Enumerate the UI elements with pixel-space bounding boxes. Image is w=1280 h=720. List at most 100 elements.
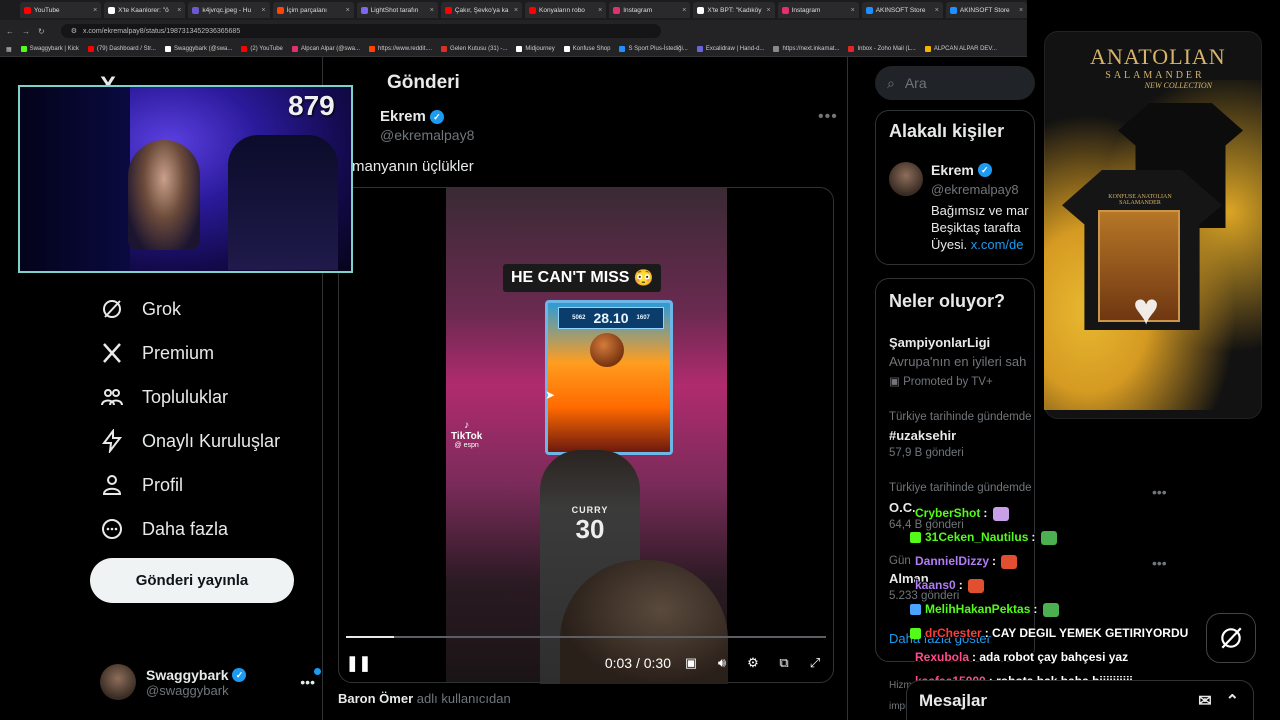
volume-icon[interactable]: 🔊︎ bbox=[711, 655, 733, 671]
bookmark-item[interactable]: https://www.reddit.... bbox=[369, 46, 432, 52]
browser-tab[interactable]: X'te Kaanlorer: "ö × bbox=[104, 2, 186, 18]
trend-more-icon[interactable]: ••• bbox=[1152, 555, 1167, 571]
bookmark-item[interactable]: https://next.inkamat... bbox=[773, 46, 839, 52]
settings-gear-icon[interactable]: ⚙ bbox=[742, 655, 764, 671]
communities-icon bbox=[101, 389, 123, 406]
chevron-up-icon[interactable]: ⌃ bbox=[1226, 691, 1239, 711]
chat-username[interactable]: DannielDizzy bbox=[915, 554, 989, 568]
bookmark-label: https://next.inkamat... bbox=[782, 46, 840, 52]
grok-button[interactable] bbox=[1206, 613, 1256, 663]
chat-username[interactable]: CryberShot bbox=[915, 506, 980, 520]
bookmark-item[interactable]: ALPCAN ALPAR DEV... bbox=[924, 46, 997, 52]
close-icon[interactable]: × bbox=[598, 7, 602, 14]
bookmark-item[interactable]: (79) Dashboard / Str... bbox=[87, 46, 156, 52]
trend-title[interactable]: ŞampiyonlarLigi bbox=[889, 335, 990, 350]
pip-icon[interactable]: ⧉ bbox=[773, 655, 795, 671]
new-message-icon[interactable]: ✉ bbox=[1198, 691, 1211, 711]
bookmark-favicon-icon bbox=[20, 46, 27, 52]
nav-item-more[interactable]: Daha fazla bbox=[100, 514, 228, 544]
close-icon[interactable]: × bbox=[682, 7, 686, 14]
bookmark-item[interactable]: Alpcan Alpar (@swa... bbox=[291, 46, 360, 52]
captions-icon[interactable]: ▣ bbox=[680, 655, 702, 671]
bookmark-label: ALPCAN ALPAR DEV... bbox=[933, 46, 997, 52]
post-author[interactable]: Ekrem ✓ bbox=[380, 108, 444, 125]
trend-count: 57,9 B gönderi bbox=[889, 447, 964, 459]
more-circle-icon bbox=[102, 519, 122, 539]
url-input[interactable]: ⚙ x.com/ekremalpay8/status/19873134529363… bbox=[60, 24, 661, 38]
bookmark-item[interactable]: S Sport Plus-İstediği... bbox=[619, 46, 688, 52]
pause-icon[interactable]: ❚❚ bbox=[346, 654, 371, 672]
bookmark-item[interactable]: Excalidraw | Hand-d... bbox=[696, 46, 764, 52]
close-icon[interactable]: × bbox=[93, 7, 97, 14]
post-button[interactable]: Gönderi yayınla bbox=[90, 558, 294, 603]
browser-tab[interactable]: LightShot tarafın × bbox=[356, 2, 438, 18]
site-info-icon[interactable]: ⚙ bbox=[71, 27, 77, 35]
browser-tab[interactable]: İçim parçalanı × bbox=[272, 2, 354, 18]
tab-label: Instagram bbox=[791, 6, 821, 14]
bookmark-favicon-icon bbox=[619, 46, 626, 52]
trend-context: Türkiye tarihinde gündemde bbox=[889, 482, 1032, 494]
promoted-icon: ▣ bbox=[889, 376, 900, 388]
trend-title[interactable]: #uzaksehir bbox=[889, 428, 956, 443]
close-icon[interactable]: × bbox=[261, 7, 265, 14]
post-handle[interactable]: @ekremalpay8 bbox=[380, 127, 474, 143]
messages-drawer[interactable]: Mesajlar ✉ ⌃ bbox=[906, 680, 1254, 720]
nav-item-communities[interactable]: Topluluklar bbox=[100, 382, 228, 412]
account-switcher[interactable]: Swaggybark ✓ @swaggybark ••• bbox=[100, 662, 321, 702]
bookmark-item[interactable]: Midjourney bbox=[516, 46, 555, 52]
close-icon[interactable]: × bbox=[514, 7, 518, 14]
trend-title[interactable]: O.C. bbox=[889, 500, 916, 515]
tab-label: X'te BPT: "Kadıköy bbox=[707, 6, 762, 14]
chat-username[interactable]: Rexubola bbox=[915, 650, 969, 664]
tab-label: AKINSOFT Store bbox=[959, 6, 1010, 14]
bookmark-item[interactable]: Swaggybark (@swa... bbox=[164, 46, 232, 52]
nav-item-profile[interactable]: Profil bbox=[100, 470, 183, 500]
browser-tab[interactable]: YouTube × bbox=[20, 2, 102, 18]
bookmark-item[interactable]: Konfuse Shop bbox=[563, 46, 610, 52]
close-icon[interactable]: × bbox=[1019, 7, 1023, 14]
browser-tab[interactable]: k4jvrqc.jpeg - Hu × bbox=[188, 2, 270, 18]
browser-tab[interactable]: AKINSOFT Store × bbox=[945, 2, 1027, 18]
search-input[interactable]: ⌕ Ara bbox=[875, 66, 1035, 100]
close-icon[interactable]: × bbox=[766, 7, 770, 14]
browser-tab[interactable]: Instagram × bbox=[609, 2, 691, 18]
chat-username[interactable]: 31Ceken_Nautilus bbox=[925, 530, 1028, 544]
browser-tab[interactable]: Instagram × bbox=[777, 2, 859, 18]
avatar[interactable] bbox=[889, 162, 923, 196]
tiktok-watermark: ♪ TikTok @ espn bbox=[451, 420, 483, 449]
related-name[interactable]: Ekrem ✓ bbox=[931, 162, 992, 178]
bookmark-item[interactable]: Gelen Kutusu (31) -... bbox=[441, 46, 507, 52]
chat-username[interactable]: kaans0 bbox=[915, 578, 956, 592]
chat-badge-icon bbox=[910, 604, 921, 616]
browser-tab[interactable]: Çakır, Şevko'ya ka × bbox=[440, 2, 523, 18]
bookmark-item[interactable]: (2) YouTube bbox=[241, 46, 283, 52]
chat-message: drChester: CAY DEGIL YEMEK GETIRIYORDU bbox=[910, 626, 1188, 640]
close-icon[interactable]: × bbox=[177, 7, 181, 14]
nav-item-premium[interactable]: Premium bbox=[100, 338, 214, 368]
forward-arrow-icon[interactable]: → bbox=[22, 27, 30, 36]
close-icon[interactable]: × bbox=[935, 7, 939, 14]
bookmark-item[interactable]: Swaggybark | Kick bbox=[20, 46, 79, 52]
chat-username[interactable]: drChester bbox=[925, 626, 982, 640]
reload-icon[interactable]: ↻ bbox=[38, 27, 45, 36]
trend-more-icon[interactable]: ••• bbox=[1152, 484, 1167, 500]
close-icon[interactable]: × bbox=[346, 7, 350, 14]
back-arrow-icon[interactable]: ← bbox=[6, 27, 14, 36]
video-progress-bar[interactable] bbox=[346, 636, 826, 638]
browser-tab[interactable]: X'te BPT: "Kadıköy × bbox=[693, 2, 775, 18]
tab-label: Çakır, Şevko'ya ka bbox=[454, 6, 509, 14]
nav-item-verified-orgs[interactable]: Onaylı Kuruluşlar bbox=[100, 426, 280, 456]
bookmark-item[interactable]: Inbox - Zoho Mail (L... bbox=[848, 46, 916, 52]
apps-grid-icon[interactable]: ▦ bbox=[6, 46, 12, 53]
nav-item-grok[interactable]: Grok bbox=[100, 294, 181, 324]
close-icon[interactable]: × bbox=[851, 7, 855, 14]
browser-tab[interactable]: Konyaların robo × bbox=[525, 2, 607, 18]
tab-favicon-icon bbox=[697, 6, 705, 14]
post-more-icon[interactable]: ••• bbox=[818, 108, 838, 126]
video-progress-fill bbox=[346, 636, 394, 638]
chat-username[interactable]: MelihHakanPektas bbox=[925, 602, 1030, 616]
close-icon[interactable]: × bbox=[430, 7, 434, 14]
fullscreen-icon[interactable]: ⤢ bbox=[804, 655, 826, 671]
browser-tab[interactable]: AKINSOFT Store × bbox=[861, 2, 943, 18]
shirt-print-text: KONFUSE ANATOLIAN SALAMANDER bbox=[1108, 194, 1172, 206]
